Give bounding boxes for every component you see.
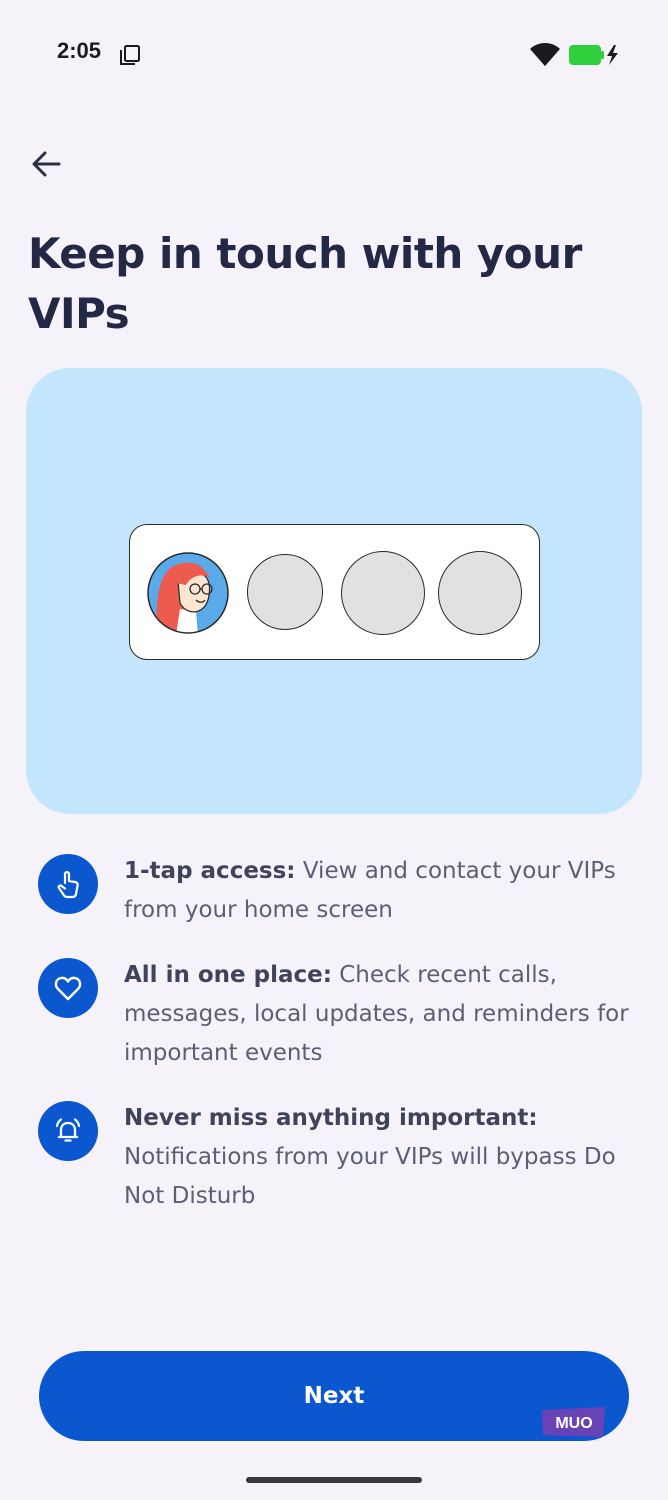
feature-description: Notifications from your VIPs will bypass… [124, 1144, 616, 1209]
home-indicator[interactable] [246, 1477, 422, 1483]
feature-title: 1-tap access: [124, 858, 296, 884]
heart-icon [38, 958, 98, 1018]
tap-finger-icon [38, 854, 98, 914]
screenshot-icon [119, 44, 141, 70]
page-title: Keep in touch with your VIPs [28, 229, 582, 338]
hero-illustration [26, 368, 642, 814]
feature-text: Never miss anything important: Notificat… [124, 1099, 634, 1216]
vip-slot-empty [341, 551, 425, 635]
muo-watermark-logo: MUO [541, 1406, 607, 1438]
feature-text: 1-tap access: View and contact your VIPs… [124, 852, 634, 930]
back-button[interactable] [22, 140, 70, 192]
watermark-text: MUO [555, 1415, 592, 1432]
vip-widget-card [129, 524, 540, 660]
feature-title: All in one place: [124, 962, 332, 988]
status-time: 2:05 [57, 38, 102, 63]
vip-avatar [146, 551, 230, 635]
feature-title: Never miss anything important: [124, 1105, 538, 1131]
arrow-back-icon [31, 151, 61, 181]
vip-slot-empty [438, 551, 522, 635]
feature-text: All in one place: Check recent calls, me… [124, 956, 634, 1073]
status-bar: 2:05 [0, 0, 668, 110]
battery-charging-icon [568, 44, 622, 70]
vip-slot-empty [247, 554, 323, 630]
alarm-bell-icon [38, 1101, 98, 1161]
wifi-icon [529, 42, 561, 72]
